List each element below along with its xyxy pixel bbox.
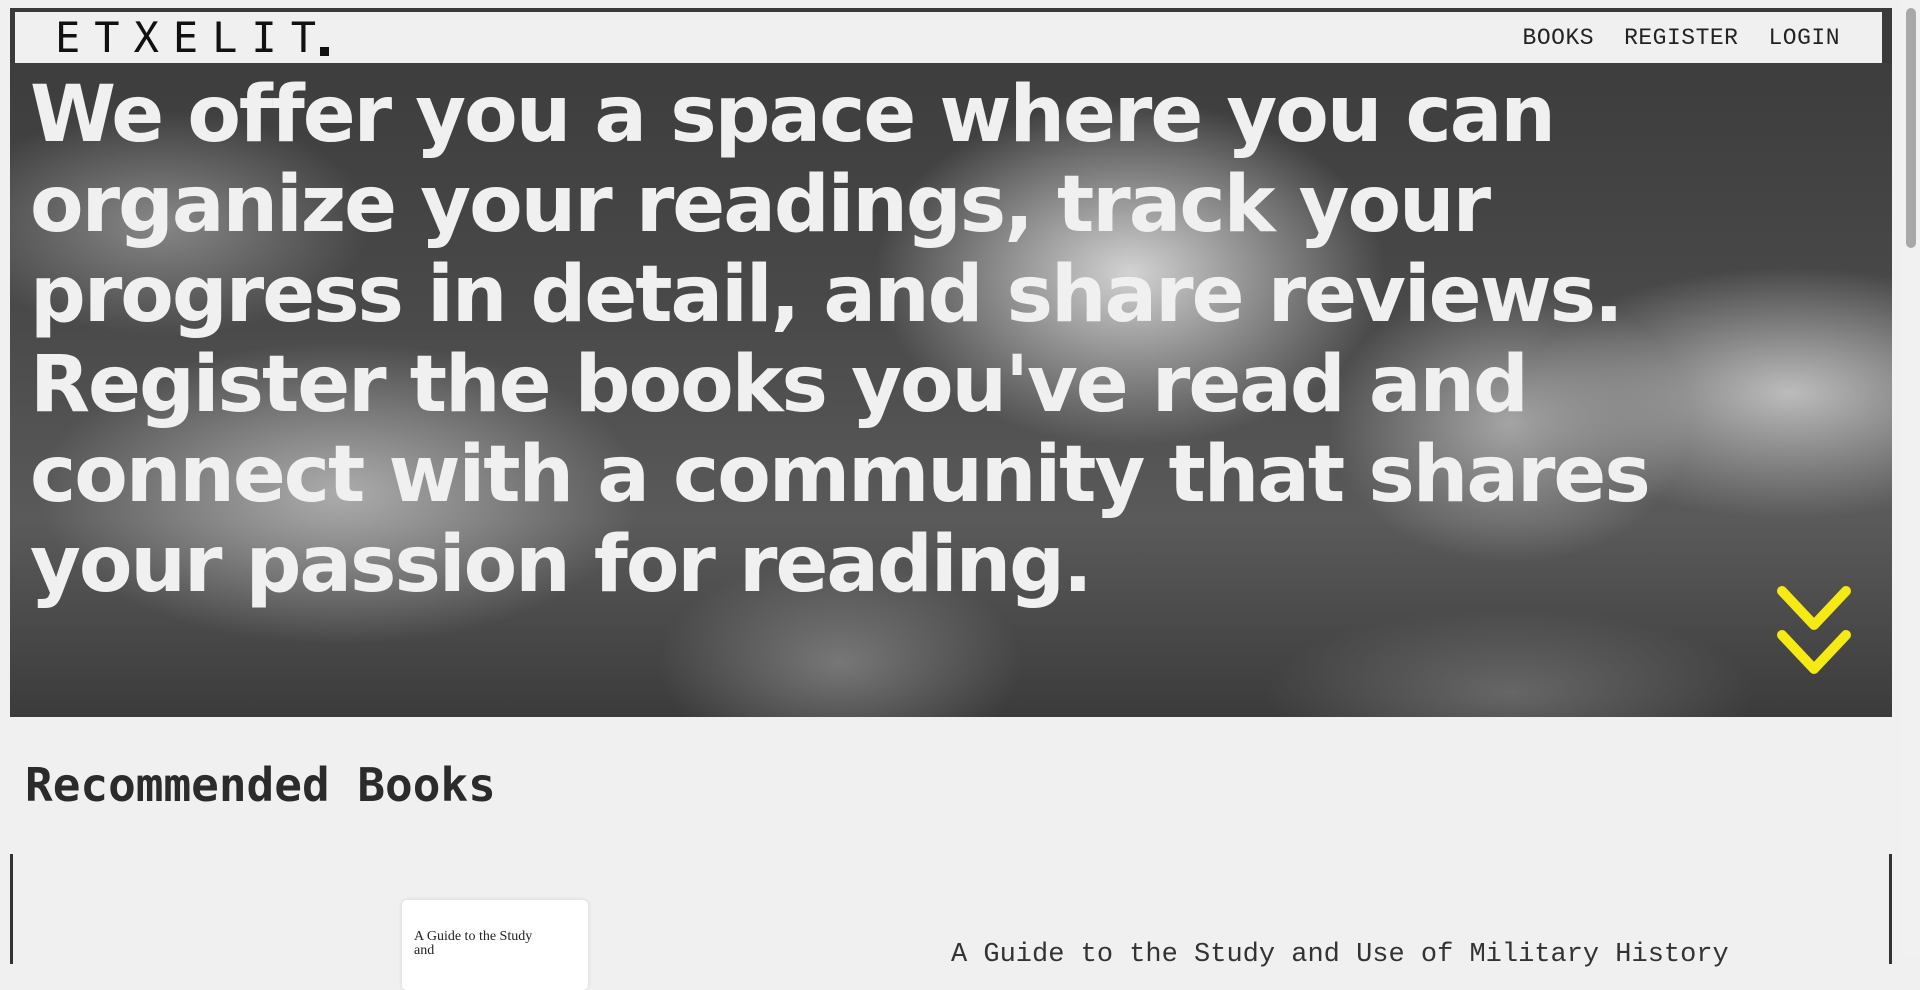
recommended-books-heading: Recommended Books [25, 758, 496, 812]
page-scrollbar[interactable] [1902, 0, 1920, 957]
logo-dot-icon [320, 47, 330, 56]
nav-books-link[interactable]: BOOKS [1523, 25, 1595, 51]
scrollbar-thumb[interactable] [1906, 8, 1916, 248]
logo-text: ETXELIT [55, 13, 331, 62]
book-cover-text: A Guide to the Study and [414, 929, 533, 958]
site-logo[interactable]: ETXELIT [55, 13, 331, 62]
nav-register-link[interactable]: REGISTER [1624, 25, 1738, 51]
top-navigation-bar: ETXELIT BOOKS REGISTER LOGIN [15, 12, 1882, 63]
double-chevron-down-icon[interactable] [1774, 583, 1854, 683]
book-title[interactable]: A Guide to the Study and Use of Military… [951, 940, 1729, 970]
main-nav: BOOKS REGISTER LOGIN [1523, 25, 1840, 51]
book-cover-card[interactable]: A Guide to the Study and [402, 900, 588, 990]
hero-headline: We offer you a space where you can organ… [30, 70, 1651, 610]
hero-frame: ETXELIT BOOKS REGISTER LOGIN We offer yo… [10, 8, 1892, 717]
recommended-books-panel: A Guide to the Study and A Guide to the … [10, 854, 1892, 990]
nav-login-link[interactable]: LOGIN [1768, 25, 1840, 51]
